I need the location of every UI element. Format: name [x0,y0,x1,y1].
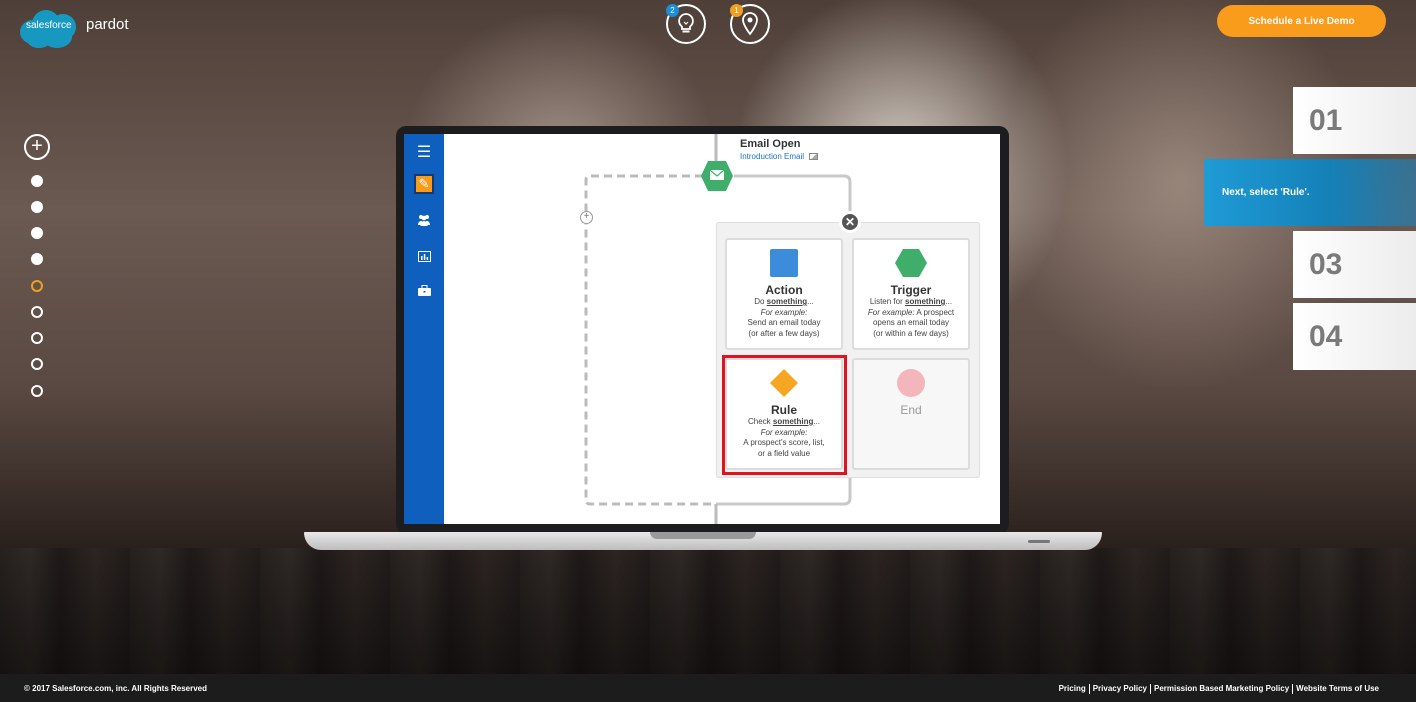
trigger-desc-inline: A prospect [914,307,955,317]
copyright: © 2017 Salesforce.com, inc. All Rights R… [24,684,208,693]
schedule-demo-button[interactable]: Schedule a Live Demo [1217,5,1386,37]
pardot-wordmark: pardot [86,15,129,33]
add-step-button[interactable]: + [580,211,593,224]
action-desc2: (or after a few days) [748,328,820,338]
end-card[interactable]: End [852,358,970,470]
pricing-link[interactable]: Pricing [1056,684,1090,694]
node-title: Email Open [740,138,801,150]
location-badge: 1 [730,4,743,17]
progress-dot[interactable] [31,306,43,318]
privacy-policy-link[interactable]: Privacy Policy [1090,684,1151,694]
progress-dot[interactable] [31,175,43,187]
progress-dot[interactable] [31,227,43,239]
salesforce-wordmark: salesforce [26,20,72,31]
action-card[interactable]: Action Do something... For example: Send… [725,238,843,350]
footer-links: Pricing Privacy Policy Permission Based … [1056,684,1382,694]
footer: © 2017 Salesforce.com, inc. All Rights R… [0,674,1416,702]
progress-dot[interactable] [31,358,43,370]
wood-floor [0,548,1416,674]
marketing-policy-link[interactable]: Permission Based Marketing Policy [1151,684,1294,694]
step-chooser-panel: Action Do something... For example: Send… [716,222,980,478]
trigger-example-label: For example: [867,307,915,317]
salesforce-cloud-icon: salesforce [20,8,82,48]
lightbulb-button[interactable]: 2 [666,4,706,44]
laptop-slot [1028,540,1050,543]
email-node-icon[interactable] [700,160,734,192]
lightbulb-badge: 2 [666,4,679,17]
location-button[interactable]: 1 [730,4,770,44]
action-example-label: For example: [760,307,808,317]
introduction-email-link[interactable]: Introduction Email [740,152,804,161]
trigger-desc2: (or within a few days) [873,328,949,338]
trigger-card[interactable]: Trigger Listen for something... For exam… [852,238,970,350]
trigger-line1-prefix: Listen for [869,297,905,306]
trigger-title: Trigger [890,283,932,297]
salesforce-pardot-logo[interactable]: salesforce pardot [20,8,129,48]
progress-dot[interactable] [31,201,43,213]
rule-highlight [722,355,847,475]
progress-dot[interactable] [31,332,43,344]
location-pin-icon [742,12,758,36]
trigger-hexagon-icon [895,249,927,277]
action-line1-suffix: ... [807,297,814,306]
progress-dot[interactable] [31,385,43,397]
progress-dot-current[interactable] [31,280,43,292]
end-circle-icon [897,369,925,397]
step-02-instruction: Next, select 'Rule'. [1204,159,1416,226]
add-circle-icon[interactable]: + [24,134,50,160]
trigger-line1-suffix: ... [945,297,953,306]
step-01[interactable]: 01 [1293,87,1416,154]
lightbulb-icon [678,13,694,33]
image-icon [809,153,819,160]
laptop-notch [650,532,756,539]
action-something-link[interactable]: something [767,297,807,306]
progress-dot[interactable] [31,253,43,265]
trigger-something-link[interactable]: something [905,297,945,306]
app-screen: ☰ ✎ + Email Open Introduction Email Acti… [404,134,1000,524]
action-title: Action [765,283,803,297]
step-04[interactable]: 04 [1293,303,1416,370]
close-icon[interactable]: ✕ [839,211,861,233]
terms-link[interactable]: Website Terms of Use [1293,684,1382,694]
node-link-row: Introduction Email [740,152,819,161]
trigger-desc1: opens an email today [872,318,950,327]
action-desc1: Send an email today [747,318,821,327]
step-03[interactable]: 03 [1293,231,1416,298]
end-title: End [900,403,922,417]
action-square-icon [770,249,798,277]
action-line1-prefix: Do [754,297,767,306]
